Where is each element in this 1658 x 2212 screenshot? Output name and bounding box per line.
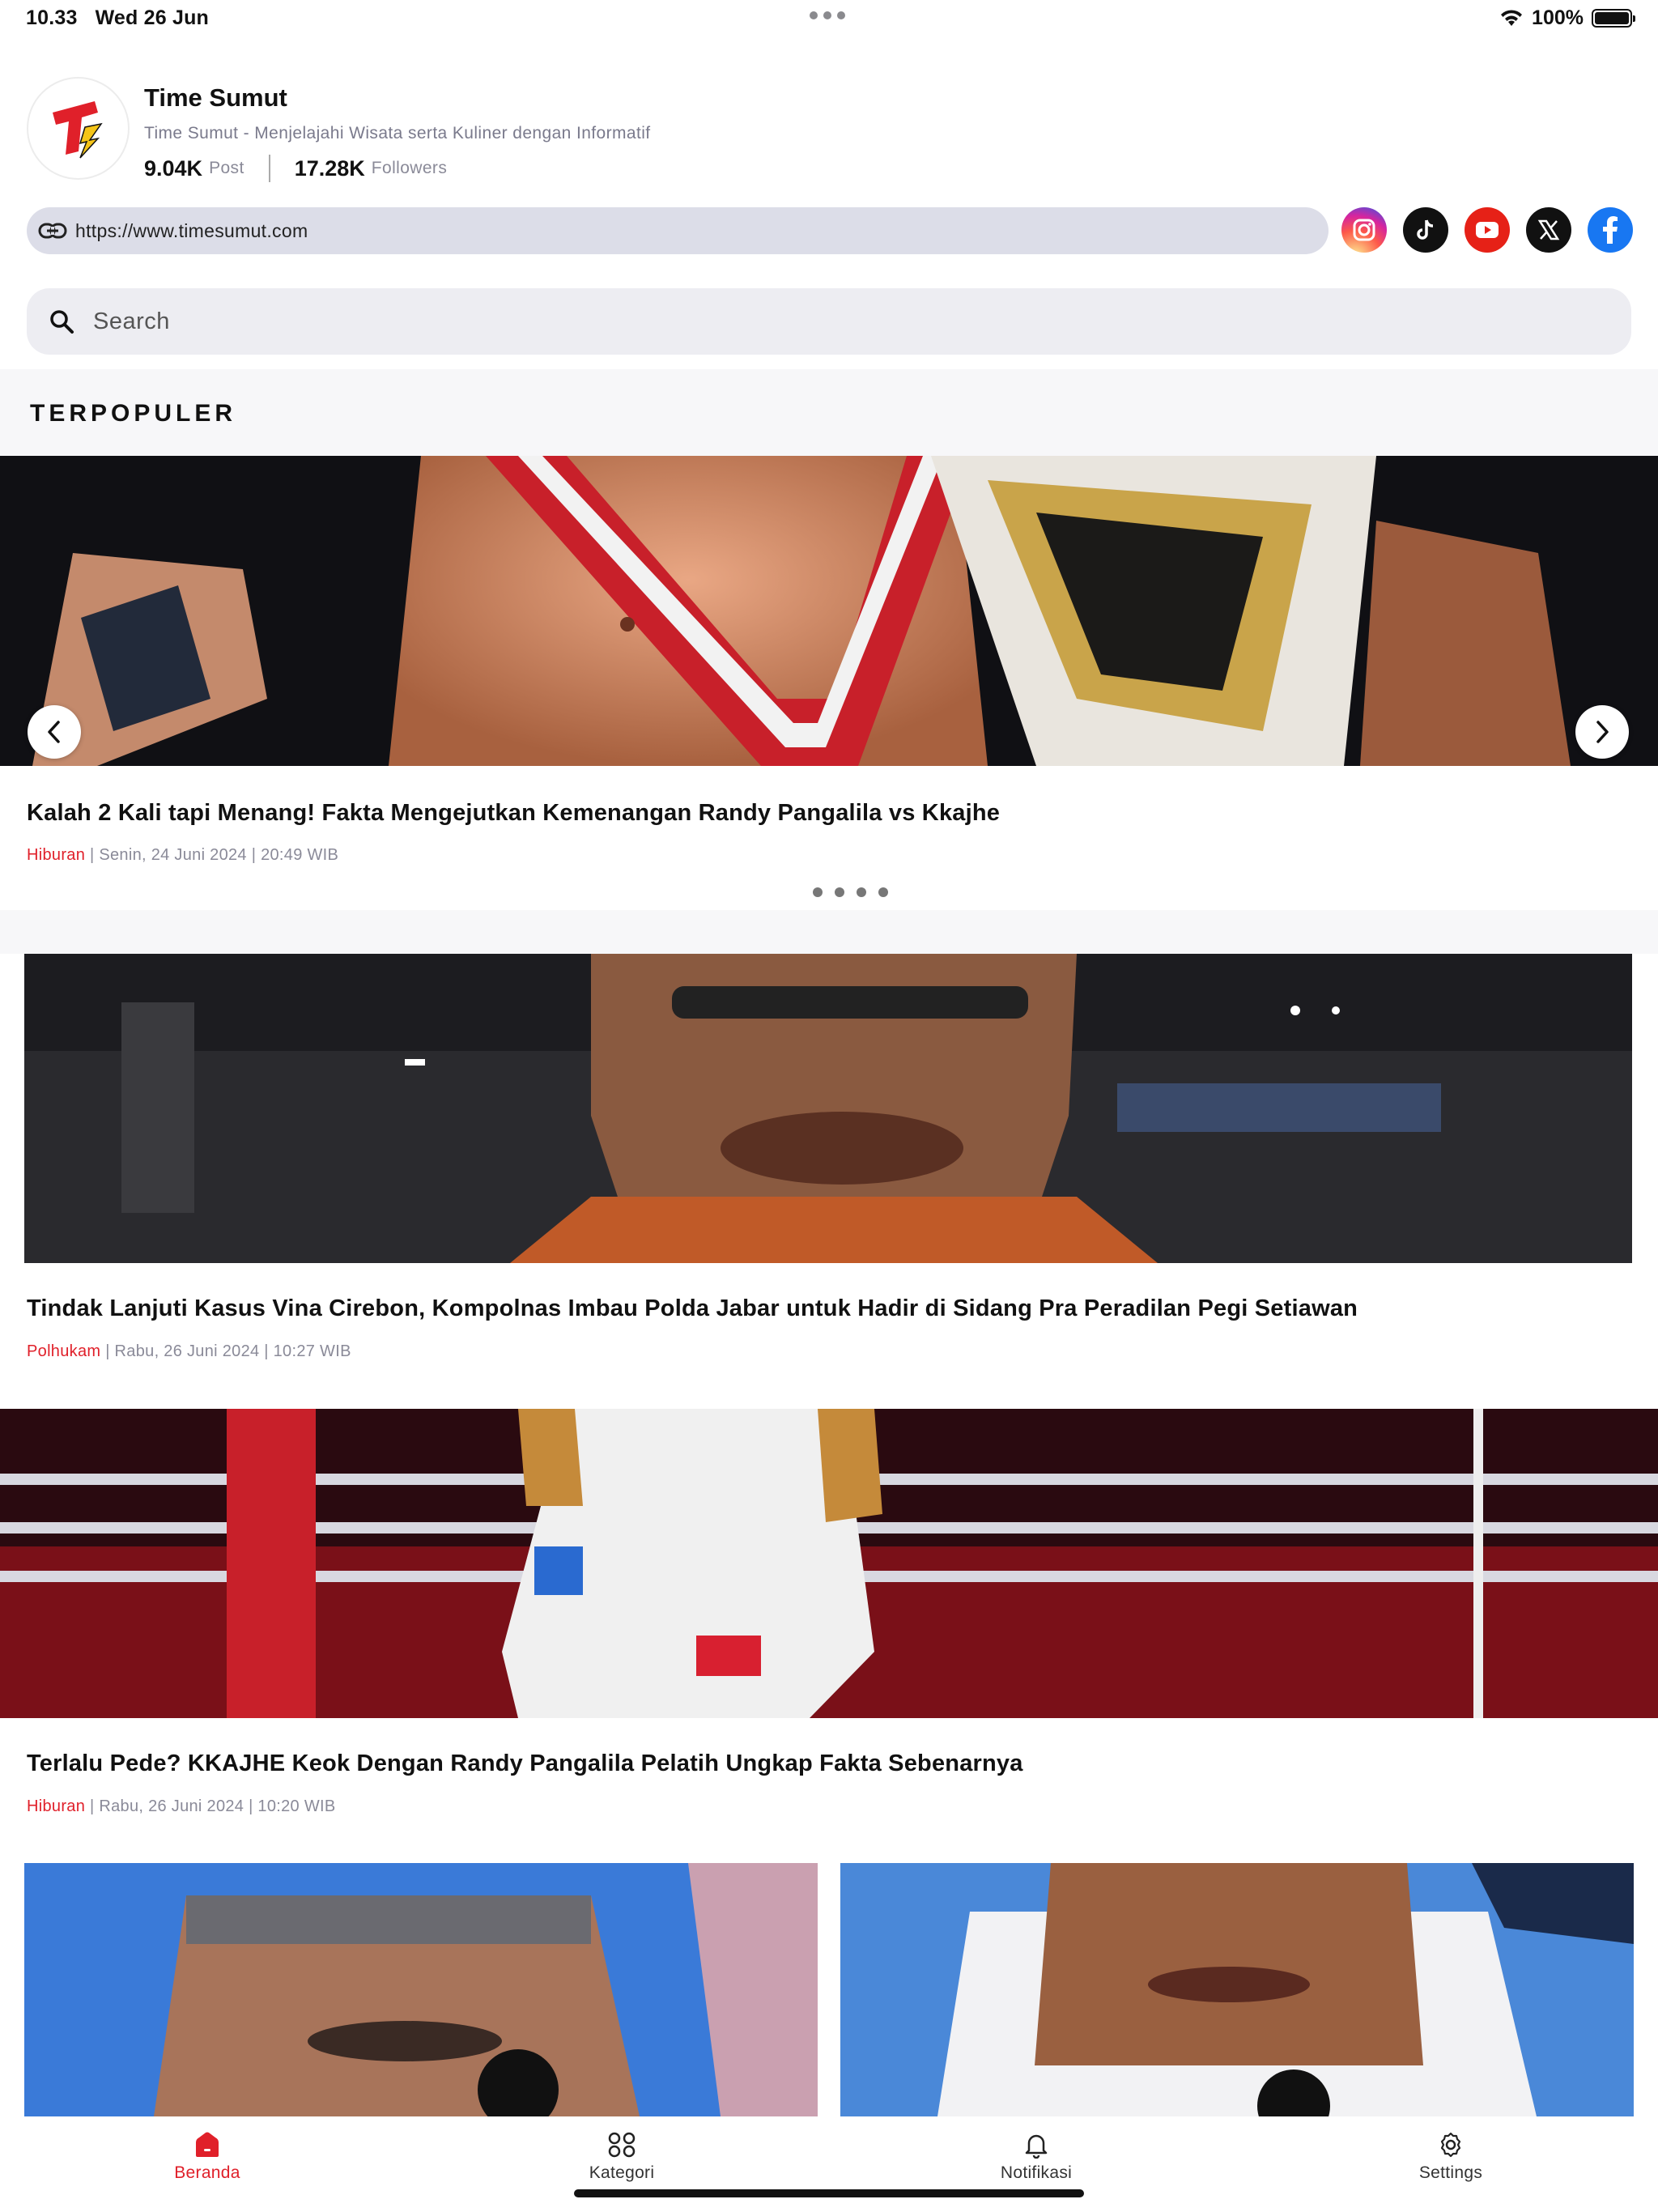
carousel-article-title[interactable]: Kalah 2 Kali tapi Menang! Fakta Mengejut…: [27, 800, 1000, 827]
page-dot[interactable]: [835, 887, 844, 897]
profile-header: Time Sumut Time Sumut - Menjelajahi Wisa…: [27, 77, 1630, 182]
posts-label: Post: [209, 159, 244, 177]
battery-percent: 100%: [1532, 6, 1584, 29]
home-icon: [196, 2132, 219, 2157]
brand-name: Time Sumut: [144, 83, 287, 112]
gear-icon: [1440, 2132, 1461, 2158]
article-date: | Rabu, 26 Juni 2024 | 10:27 WIB: [100, 1342, 351, 1360]
article-thumbnail[interactable]: [24, 1863, 818, 2116]
status-date: Wed 26 Jun: [95, 6, 210, 29]
page-dot[interactable]: [813, 887, 823, 897]
article-category[interactable]: Polhukam: [27, 1342, 100, 1360]
article-image[interactable]: [0, 1409, 1658, 1718]
x-icon[interactable]: [1526, 207, 1571, 253]
article-meta: Polhukam | Rabu, 26 Juni 2024 | 10:27 WI…: [27, 1342, 351, 1361]
posts-count: 9.04K: [144, 155, 203, 181]
social-links: [1341, 207, 1633, 253]
grid-icon: [608, 2132, 636, 2158]
article-date: | Rabu, 26 Juni 2024 | 10:20 WIB: [85, 1797, 336, 1815]
tab-beranda[interactable]: Beranda: [126, 2131, 288, 2183]
article-title[interactable]: Terlalu Pede? KKAJHE Keok Dengan Randy P…: [27, 1750, 1023, 1777]
followers-count: 17.28K: [294, 155, 365, 181]
page-dot[interactable]: [878, 887, 888, 897]
article-category[interactable]: Hiburan: [27, 846, 85, 864]
wifi-icon: [1501, 9, 1523, 26]
tab-label: Settings: [1418, 2163, 1483, 2182]
article-image[interactable]: [24, 954, 1632, 1263]
carousel-image[interactable]: [0, 456, 1658, 766]
tab-label: Notifikasi: [1000, 2163, 1073, 2182]
multitask-dots[interactable]: [810, 11, 845, 19]
tab-notifikasi[interactable]: Notifikasi: [955, 2131, 1117, 2183]
battery-icon: [1592, 9, 1635, 28]
status-indicators: 100%: [1499, 6, 1635, 30]
chevron-left-icon: [48, 721, 60, 743]
stats-divider: [268, 155, 270, 182]
article-thumbnail[interactable]: [840, 1863, 1634, 2116]
tab-settings[interactable]: Settings: [1370, 2131, 1532, 2183]
carousel-pagination[interactable]: [813, 887, 888, 897]
followers-label: Followers: [371, 159, 448, 177]
facebook-icon[interactable]: [1588, 207, 1633, 253]
home-indicator[interactable]: [574, 2189, 1084, 2197]
tab-kategori[interactable]: Kategori: [541, 2131, 703, 2183]
section-band: [0, 369, 1658, 457]
brand-logo: [27, 77, 130, 180]
article-category[interactable]: Hiburan: [27, 1797, 85, 1815]
status-time: 10.33 Wed 26 Jun: [26, 6, 227, 30]
brand-logo-mark: [52, 100, 103, 159]
carousel-prev-button[interactable]: [28, 705, 81, 759]
status-bar: 10.33 Wed 26 Jun 100%: [0, 0, 1658, 39]
website-link[interactable]: https://www.timesumut.com: [27, 207, 1329, 254]
page-dot[interactable]: [857, 887, 866, 897]
carousel-next-button[interactable]: [1575, 705, 1629, 759]
article-title[interactable]: Tindak Lanjuti Kasus Vina Cirebon, Kompo…: [27, 1295, 1358, 1322]
search-icon: [50, 310, 74, 334]
article-date: | Senin, 24 Juni 2024 | 20:49 WIB: [85, 846, 339, 864]
website-url: https://www.timesumut.com: [75, 219, 308, 241]
brand-description: Time Sumut - Menjelajahi Wisata serta Ku…: [144, 124, 651, 143]
profile-stats: 9.04K Post 17.28K Followers: [144, 155, 447, 182]
section-title: TERPOPULER: [30, 400, 237, 427]
search-input[interactable]: Search: [93, 308, 170, 335]
tab-label: Beranda: [174, 2163, 240, 2182]
tiktok-icon[interactable]: [1403, 207, 1448, 253]
bell-icon: [1025, 2134, 1048, 2159]
chevron-right-icon: [1596, 721, 1609, 743]
carousel-article-meta: Hiburan | Senin, 24 Juni 2024 | 20:49 WI…: [27, 846, 338, 865]
section-divider: [0, 910, 1658, 954]
youtube-icon[interactable]: [1465, 207, 1510, 253]
tab-label: Kategori: [589, 2163, 655, 2182]
link-icon: [38, 223, 67, 239]
search-bar[interactable]: Search: [27, 288, 1631, 355]
status-clock: 10.33: [26, 6, 78, 29]
instagram-icon[interactable]: [1341, 207, 1387, 253]
article-meta: Hiburan | Rabu, 26 Juni 2024 | 10:20 WIB: [27, 1797, 336, 1816]
